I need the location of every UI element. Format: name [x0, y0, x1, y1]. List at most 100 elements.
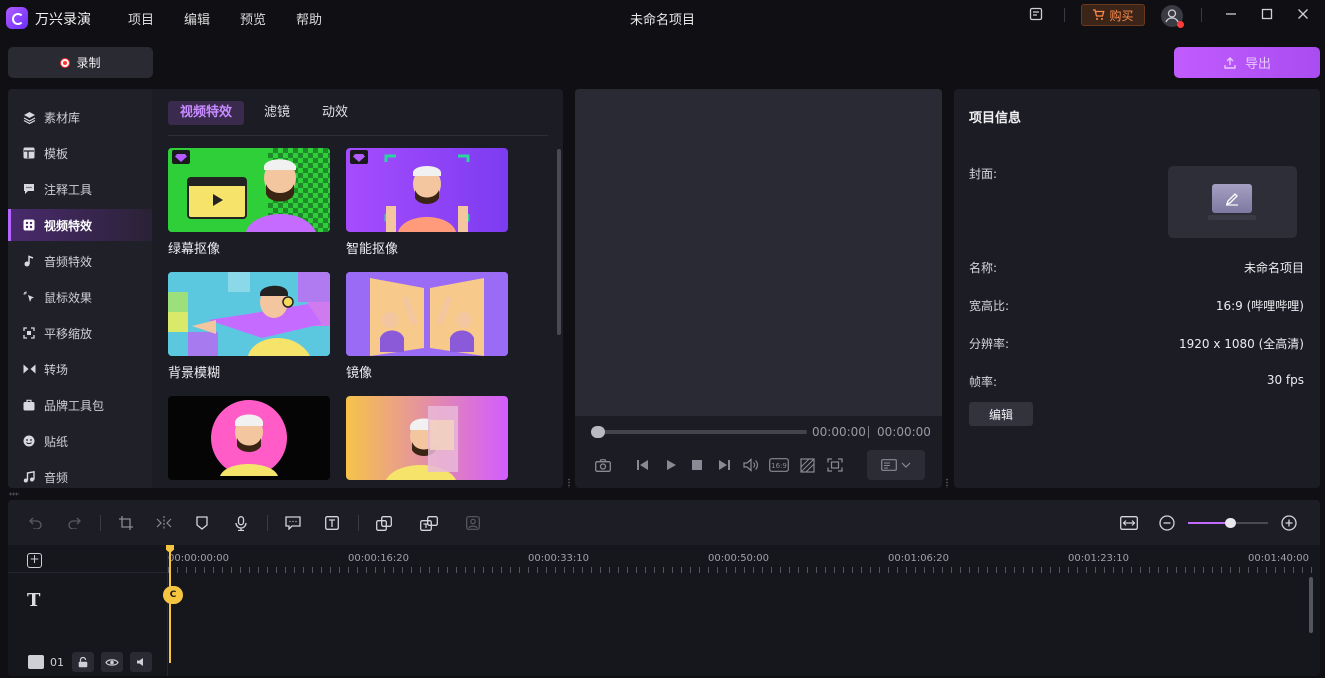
- sidebar-item-sticker[interactable]: 贴纸: [8, 425, 152, 457]
- minimize-icon[interactable]: [1222, 0, 1240, 28]
- aspect-ratio-icon[interactable]: 16:9: [768, 455, 790, 475]
- sidebar-item-pan-zoom[interactable]: 平移缩放: [8, 317, 152, 349]
- playback-progress[interactable]: [593, 430, 807, 434]
- record-button[interactable]: 录制: [8, 47, 153, 78]
- user-avatar-icon[interactable]: [1161, 5, 1184, 28]
- eye-icon[interactable]: [101, 652, 123, 672]
- sidebar-item-audio-effects[interactable]: 音频特效: [8, 245, 152, 277]
- playhead[interactable]: [169, 545, 171, 663]
- sidebar-item-label: 模板: [44, 146, 69, 161]
- marker-icon[interactable]: [192, 513, 212, 533]
- music-note-icon: [22, 254, 36, 268]
- preview-layout-dropdown[interactable]: [867, 450, 925, 480]
- panel-splitter[interactable]: [567, 478, 571, 488]
- effect-thumb-background-blur[interactable]: [168, 272, 330, 356]
- project-info-title: 项目信息: [969, 111, 1022, 126]
- fullscreen-icon[interactable]: [825, 455, 845, 475]
- stop-icon[interactable]: [687, 455, 707, 475]
- crop-icon[interactable]: [116, 513, 136, 533]
- undo-icon[interactable]: [26, 513, 46, 533]
- sidebar-item-label: 平移缩放: [44, 326, 93, 341]
- tab-animations[interactable]: 动效: [310, 101, 360, 125]
- text-template-icon[interactable]: [419, 513, 439, 533]
- lock-track-icon[interactable]: [72, 652, 94, 672]
- info-label-resolution: 分辨率:: [969, 337, 1010, 351]
- cover-thumbnail[interactable]: [1168, 166, 1297, 238]
- panel-splitter[interactable]: [945, 478, 949, 488]
- zoom-slider-knob[interactable]: [1225, 518, 1236, 528]
- export-label: 导出: [1244, 57, 1271, 72]
- timeline-toolbar: [8, 500, 1320, 545]
- pan-zoom-icon: [22, 326, 36, 340]
- playback-knob[interactable]: [591, 426, 605, 438]
- timeline-splitter[interactable]: [9, 492, 19, 496]
- text-icon[interactable]: [322, 513, 342, 533]
- effect-label: 镜像: [346, 366, 373, 381]
- next-frame-icon[interactable]: [714, 455, 734, 475]
- fit-timeline-icon[interactable]: [1119, 513, 1139, 533]
- effect-thumb-mirror[interactable]: [346, 272, 508, 356]
- volume-icon[interactable]: [741, 455, 761, 475]
- feedback-icon[interactable]: [1027, 0, 1045, 28]
- layers-icon: [22, 110, 36, 124]
- info-value-resolution: 1920 x 1080 (全高清): [1179, 337, 1304, 351]
- menu-help[interactable]: 帮助: [296, 9, 322, 28]
- zoom-in-icon[interactable]: [1279, 513, 1299, 533]
- maximize-icon[interactable]: [1258, 0, 1276, 28]
- add-track-icon[interactable]: +: [27, 553, 42, 568]
- info-value-name: 未命名项目: [1243, 261, 1304, 275]
- close-icon[interactable]: [1294, 0, 1312, 28]
- portrait-cutout-icon[interactable]: [463, 513, 483, 533]
- menu-preview[interactable]: 预览: [240, 9, 266, 28]
- timeline-scrollbar[interactable]: [1309, 577, 1313, 633]
- main-menu: 项目 编辑 预览 帮助: [128, 9, 322, 28]
- app-name: 万兴录演: [35, 12, 91, 28]
- template-icon: [22, 146, 36, 160]
- tab-video-effects[interactable]: 视频特效: [168, 101, 245, 125]
- timeline-panel: + T 01 00:00:00:00 00:00:16:20 00:00:33:…: [8, 500, 1320, 676]
- current-time: 00:00:00: [812, 425, 866, 439]
- tab-filters[interactable]: 滤镜: [252, 101, 302, 125]
- mute-track-icon[interactable]: [130, 652, 152, 672]
- time-separator: [868, 426, 869, 438]
- premium-gem-icon: [172, 150, 190, 164]
- microphone-icon[interactable]: [231, 513, 251, 533]
- timeline-ruler[interactable]: 00:00:00:00 00:00:16:20 00:00:33:10 00:0…: [168, 545, 1320, 573]
- crop-frame-icon[interactable]: [797, 455, 817, 475]
- info-label-framerate: 帧率:: [969, 375, 998, 389]
- sidebar-item-audio[interactable]: 音频: [8, 461, 152, 488]
- preview-panel: 00:00:00 00:00:00 16:9: [575, 89, 942, 488]
- zoom-out-icon[interactable]: [1157, 513, 1177, 533]
- snapshot-camera-icon[interactable]: [593, 455, 613, 475]
- sidebar-item-template[interactable]: 模板: [8, 137, 152, 169]
- play-icon[interactable]: [661, 455, 681, 475]
- redo-icon[interactable]: [64, 513, 84, 533]
- toolbar-separator: [100, 515, 101, 531]
- export-button[interactable]: 导出: [1174, 47, 1320, 78]
- sidebar-item-library[interactable]: 素材库: [8, 101, 152, 133]
- effect-thumb-smart-cutout[interactable]: [346, 148, 508, 232]
- copy-effect-icon[interactable]: [374, 513, 394, 533]
- menu-project[interactable]: 项目: [128, 9, 154, 28]
- sidebar-item-video-effects[interactable]: 视频特效: [8, 209, 152, 241]
- effect-thumb-green-screen[interactable]: [168, 148, 330, 232]
- sidebar-item-transition[interactable]: 转场: [8, 353, 152, 385]
- tabs-divider: [168, 135, 548, 136]
- playhead-tag[interactable]: C: [163, 586, 183, 604]
- cover-shadow: [1208, 215, 1256, 220]
- effects-scrollbar[interactable]: [557, 149, 561, 335]
- chevron-down-icon: [901, 462, 911, 468]
- previous-frame-icon[interactable]: [633, 455, 653, 475]
- sidebar-item-brand-kit[interactable]: 品牌工具包: [8, 389, 152, 421]
- sidebar-item-cursor-effects[interactable]: 鼠标效果: [8, 281, 152, 313]
- edit-project-button[interactable]: 编辑: [969, 402, 1033, 426]
- effect-thumb-mosaic[interactable]: [346, 396, 508, 480]
- layout-icon: [881, 459, 897, 471]
- record-dot-icon: [60, 57, 71, 68]
- sidebar-item-annotation[interactable]: 注释工具: [8, 173, 152, 205]
- caption-icon[interactable]: [283, 513, 303, 533]
- buy-button[interactable]: 购买: [1081, 4, 1145, 26]
- menu-edit[interactable]: 编辑: [184, 9, 210, 28]
- effect-thumb-circle-frame[interactable]: [168, 396, 330, 480]
- split-icon[interactable]: [154, 513, 174, 533]
